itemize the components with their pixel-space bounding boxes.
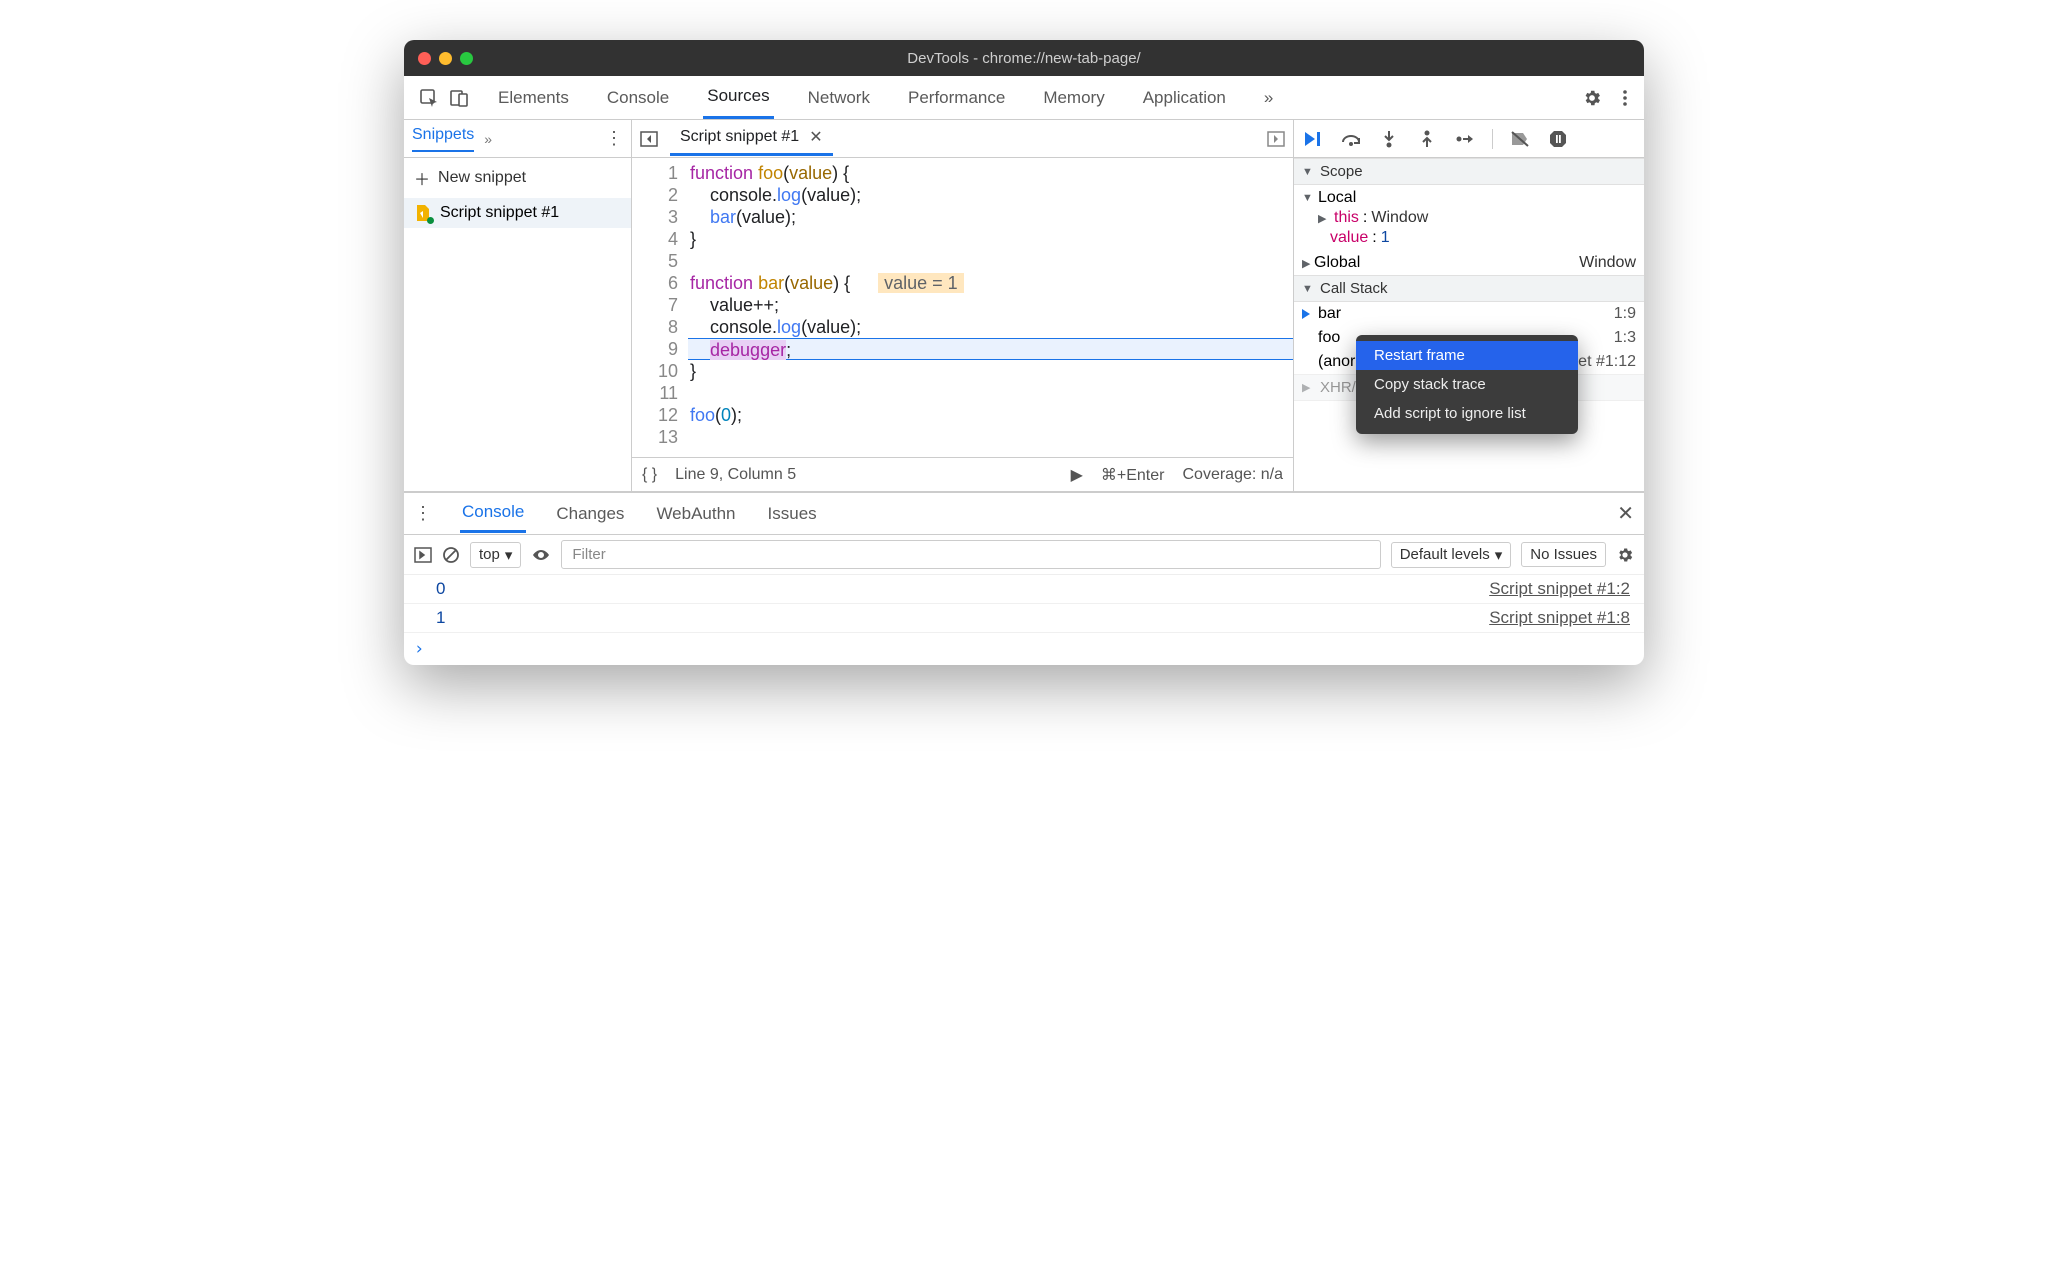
step-into-icon[interactable]	[1376, 130, 1402, 148]
resume-icon[interactable]	[1300, 130, 1326, 148]
tab-performance[interactable]: Performance	[904, 78, 1009, 118]
deactivate-breakpoints-icon[interactable]	[1507, 130, 1533, 148]
new-snippet-button[interactable]: ＋ New snippet	[404, 158, 631, 198]
context-selector[interactable]: top▾	[470, 542, 521, 568]
no-issues-button[interactable]: No Issues	[1521, 542, 1606, 567]
drawer-tab-changes[interactable]: Changes	[554, 496, 626, 532]
snippet-file-item[interactable]: Script snippet #1	[404, 198, 631, 228]
drawer-menu-icon[interactable]: ⋮	[414, 503, 432, 524]
kebab-menu-icon[interactable]	[1616, 89, 1634, 107]
snippets-tab[interactable]: Snippets	[412, 126, 474, 152]
log-levels-selector[interactable]: Default levels▾	[1391, 542, 1512, 568]
debugger-toolbar	[1294, 120, 1644, 158]
stack-frame-bar[interactable]: bar1:9	[1294, 302, 1644, 326]
run-snippet-icon[interactable]: ▶	[1071, 465, 1083, 485]
more-tabs-icon[interactable]: »	[1260, 78, 1277, 118]
more-navigator-tabs-icon[interactable]: »	[484, 131, 492, 147]
tab-sources[interactable]: Sources	[703, 76, 773, 119]
scope-global[interactable]: ▶GlobalWindow	[1294, 251, 1644, 275]
close-tab-icon[interactable]: ✕	[809, 127, 822, 147]
snippet-file-label: Script snippet #1	[440, 204, 559, 222]
console-log-row[interactable]: 1Script snippet #1:8	[404, 604, 1644, 633]
device-toggle-icon[interactable]	[444, 83, 474, 113]
inline-value-hint: value = 1	[878, 273, 964, 293]
new-snippet-label: New snippet	[438, 169, 526, 187]
chevron-down-icon: ▾	[505, 546, 513, 564]
editor-file-tab[interactable]: Script snippet #1 ✕	[670, 121, 833, 156]
navigator-menu-icon[interactable]: ⋮	[605, 128, 623, 149]
ctx-restart-frame[interactable]: Restart frame	[1356, 341, 1578, 370]
cursor-position: Line 9, Column 5	[675, 466, 796, 484]
context-menu: Restart frame Copy stack trace Add scrip…	[1356, 335, 1578, 434]
sources-content: Snippets » ⋮ ＋ New snippet Script snippe…	[404, 120, 1644, 492]
step-over-icon[interactable]	[1338, 130, 1364, 148]
inspect-icon[interactable]	[414, 83, 444, 113]
toggle-debugger-icon[interactable]	[1265, 130, 1287, 148]
log-source-link[interactable]: Script snippet #1:2	[1489, 579, 1630, 599]
devtools-window: DevTools - chrome://new-tab-page/ Elemen…	[404, 40, 1644, 665]
window-title: DevTools - chrome://new-tab-page/	[404, 50, 1644, 67]
tab-elements[interactable]: Elements	[494, 78, 573, 118]
snippet-file-icon	[414, 204, 432, 222]
code-body: function foo(value) { console.log(value)…	[688, 158, 1293, 457]
code-editor[interactable]: 12345678910111213 function foo(value) { …	[632, 158, 1293, 457]
callstack-section-header[interactable]: ▼Call Stack	[1294, 275, 1644, 302]
editor-footer: { } Line 9, Column 5 ▶ ⌘+Enter Coverage:…	[632, 457, 1293, 491]
drawer: ⋮ Console Changes WebAuthn Issues ✕ top▾…	[404, 492, 1644, 665]
main-toolbar: Elements Console Sources Network Perform…	[404, 76, 1644, 120]
main-tabstrip: Elements Console Sources Network Perform…	[494, 76, 1582, 119]
pretty-print-icon[interactable]: { }	[642, 466, 657, 484]
console-body: 0Script snippet #1:2 1Script snippet #1:…	[404, 575, 1644, 665]
chevron-down-icon: ▾	[1495, 546, 1503, 564]
debugger-pane: ▼Scope ▼Local ▶this: Window value: 1 ▶Gl…	[1294, 120, 1644, 491]
tab-memory[interactable]: Memory	[1039, 78, 1108, 118]
clear-console-icon[interactable]	[442, 546, 460, 564]
console-sidebar-icon[interactable]	[414, 546, 432, 564]
navigator-pane: Snippets » ⋮ ＋ New snippet Script snippe…	[404, 120, 632, 491]
plus-icon: ＋	[414, 166, 430, 190]
tab-console[interactable]: Console	[603, 78, 673, 118]
run-shortcut-label: ⌘+Enter	[1101, 465, 1165, 485]
drawer-tab-console[interactable]: Console	[460, 494, 526, 533]
drawer-close-icon[interactable]: ✕	[1617, 501, 1634, 526]
console-log-row[interactable]: 0Script snippet #1:2	[404, 575, 1644, 604]
console-settings-icon[interactable]	[1616, 546, 1634, 564]
log-source-link[interactable]: Script snippet #1:8	[1489, 608, 1630, 628]
console-toolbar: top▾ Filter Default levels▾ No Issues	[404, 535, 1644, 575]
ctx-add-ignore-list[interactable]: Add script to ignore list	[1356, 399, 1578, 428]
step-out-icon[interactable]	[1414, 130, 1440, 148]
ctx-copy-stack-trace[interactable]: Copy stack trace	[1356, 370, 1578, 399]
scope-this[interactable]: ▶this: Window	[1302, 208, 1636, 228]
pause-exceptions-icon[interactable]	[1545, 130, 1571, 148]
drawer-tab-issues[interactable]: Issues	[766, 496, 819, 532]
editor-pane: Script snippet #1 ✕ 12345678910111213 fu…	[632, 120, 1294, 491]
console-filter-input[interactable]: Filter	[561, 540, 1380, 569]
settings-icon[interactable]	[1582, 88, 1602, 108]
console-prompt[interactable]: ›	[404, 633, 1644, 665]
titlebar: DevTools - chrome://new-tab-page/	[404, 40, 1644, 76]
coverage-label: Coverage: n/a	[1182, 466, 1283, 484]
line-gutter: 12345678910111213	[632, 158, 688, 457]
scope-value: value: 1	[1302, 228, 1636, 248]
drawer-tab-webauthn[interactable]: WebAuthn	[654, 496, 737, 532]
toggle-navigator-icon[interactable]	[638, 130, 660, 148]
step-icon[interactable]	[1452, 132, 1478, 146]
tab-application[interactable]: Application	[1139, 78, 1230, 118]
scope-section-header[interactable]: ▼Scope	[1294, 158, 1644, 185]
live-expression-icon[interactable]	[531, 547, 551, 563]
scope-local[interactable]: ▼Local	[1302, 188, 1636, 208]
tab-network[interactable]: Network	[804, 78, 874, 118]
editor-file-label: Script snippet #1	[680, 128, 799, 146]
